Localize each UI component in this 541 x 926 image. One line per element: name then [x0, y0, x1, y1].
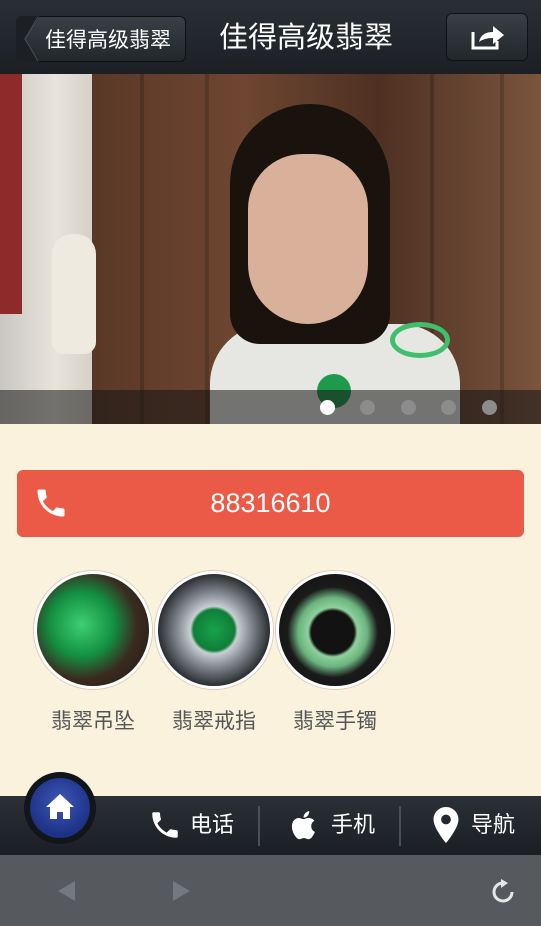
map-pin-icon — [433, 807, 459, 843]
category-pendant[interactable]: 翡翠吊坠 — [34, 571, 152, 735]
banner-carousel[interactable] — [0, 74, 541, 424]
category-image[interactable] — [155, 571, 273, 689]
category-image[interactable] — [276, 571, 394, 689]
home-icon — [46, 794, 74, 819]
share-button[interactable] — [446, 13, 528, 61]
call-button[interactable]: 88316610 — [17, 470, 524, 537]
browser-toolbar — [0, 855, 541, 926]
category-label: 翡翠吊坠 — [51, 709, 135, 733]
nav-item-mobile[interactable]: 手机 — [288, 796, 375, 855]
jade-bangle — [390, 322, 450, 358]
nav-item-phone[interactable]: 电话 — [148, 796, 234, 855]
back-button-label: 佳得高级翡翠 — [45, 28, 171, 52]
header-bar: 佳得高级翡翠 佳得高级翡翠 — [0, 0, 541, 74]
nav-divider — [258, 806, 260, 846]
apple-icon — [291, 811, 315, 840]
back-arrow-icon — [16, 16, 40, 62]
carousel-dot[interactable] — [441, 400, 456, 415]
nav-divider — [399, 806, 401, 846]
category-image[interactable] — [34, 571, 152, 689]
page-title: 佳得高级翡翠 — [218, 20, 393, 54]
carousel-dot[interactable] — [360, 400, 375, 415]
category-ring[interactable]: 翡翠戒指 — [155, 571, 273, 735]
share-icon — [471, 26, 504, 50]
phone-number: 88316610 — [210, 488, 331, 518]
home-button[interactable] — [24, 772, 96, 844]
carousel-dot[interactable] — [482, 400, 497, 415]
carousel-dot[interactable] — [401, 400, 416, 415]
nav-item-navigation[interactable]: 导航 — [433, 796, 515, 855]
arrow-left-icon[interactable] — [56, 880, 76, 902]
category-label: 翡翠戒指 — [172, 709, 256, 733]
nav-label: 导航 — [471, 813, 516, 838]
phone-icon — [152, 812, 178, 838]
back-button[interactable]: 佳得高级翡翠 — [16, 16, 186, 62]
carousel-dot[interactable] — [320, 400, 335, 415]
nav-label: 手机 — [331, 813, 376, 838]
category-label: 翡翠手镯 — [293, 709, 377, 733]
arrow-right-icon[interactable] — [172, 880, 192, 902]
banner-vase — [52, 234, 96, 354]
nav-label: 电话 — [190, 813, 235, 838]
carousel-indicator — [0, 390, 541, 424]
category-bangle[interactable]: 翡翠手镯 — [276, 571, 394, 735]
refresh-icon[interactable] — [491, 879, 515, 905]
